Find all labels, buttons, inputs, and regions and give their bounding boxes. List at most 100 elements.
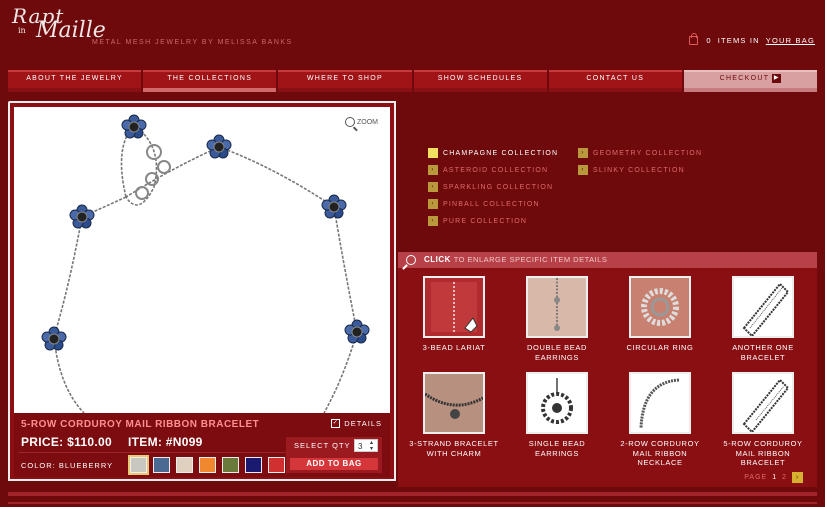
zoom-icon xyxy=(345,117,355,127)
nav-contact-us[interactable]: CONTACT US xyxy=(548,70,683,92)
details-toggle[interactable]: ✓ DETAILS xyxy=(331,419,382,428)
product-info: 5-ROW CORDUROY MAIL RIBBON BRACELET ✓ DE… xyxy=(14,413,390,477)
collection-arrow-icon: › xyxy=(578,165,588,175)
collection-arrow-icon: › xyxy=(428,165,438,175)
collection-label: CHAMPAGNE COLLECTION xyxy=(443,149,559,157)
collection-arrow-icon: › xyxy=(428,216,438,226)
swatch-2[interactable] xyxy=(153,457,170,473)
collections-menu: CHAMPAGNE COLLECTION › ASTEROID COLLECTIO… xyxy=(428,148,808,234)
checkout-label: CHECKOUT xyxy=(719,75,770,82)
item-gallery: CLICK TO ENLARGE SPECIFIC ITEM DETAILS 3… xyxy=(398,252,817,487)
page-1-link[interactable]: 1 xyxy=(772,474,777,481)
item-thumbnail xyxy=(423,276,485,338)
item-caption: 2-ROW CORDUROY MAIL RIBBON NECKLACE xyxy=(620,439,700,467)
color-swatches xyxy=(128,455,285,475)
zoom-label: ZOOM xyxy=(357,118,378,126)
gallery-pager: PAGE 1 2 › xyxy=(744,472,803,483)
collection-arrow-icon: › xyxy=(578,148,588,158)
site-tagline: METAL MESH JEWELRY BY MELISSA BANKS xyxy=(92,39,293,46)
main-nav: ABOUT THE JEWELRY THE COLLECTIONS WHERE … xyxy=(8,70,818,92)
collection-champagne[interactable]: CHAMPAGNE COLLECTION xyxy=(428,148,558,158)
gallery-item[interactable]: SINGLE BEAD EARRINGS xyxy=(511,372,603,458)
bag-items-text: ITEMS IN xyxy=(717,36,760,45)
collection-label: PINBALL COLLECTION xyxy=(443,200,540,208)
qty-label: SELECT QTY xyxy=(294,441,351,450)
product-price: PRICE: $110.00 xyxy=(21,435,112,449)
collection-sparkling[interactable]: › SPARKLING COLLECTION xyxy=(428,182,553,192)
shopping-bag-icon[interactable] xyxy=(689,33,699,45)
nav-where-to-shop[interactable]: WHERE TO SHOP xyxy=(278,70,412,92)
nav-about-the-jewelry[interactable]: ABOUT THE JEWELRY xyxy=(8,70,142,92)
collection-label: ASTEROID COLLECTION xyxy=(443,166,549,174)
product-panel: ZOOM 5-ROW CORDUROY MAIL RIBBON BRACELET… xyxy=(8,101,396,481)
collection-arrow-icon: › xyxy=(428,199,438,209)
item-thumbnail xyxy=(526,276,588,338)
collection-label: PURE COLLECTION xyxy=(443,217,528,225)
product-item-number: ITEM: #N099 xyxy=(128,435,203,449)
item-caption: 5-ROW CORDUROY MAIL RIBBON BRACELET xyxy=(723,439,803,467)
gallery-item[interactable]: ANOTHER ONE BRACELET xyxy=(717,276,809,362)
collection-asteroid[interactable]: › ASTEROID COLLECTION xyxy=(428,165,548,175)
swatch-7[interactable] xyxy=(268,457,285,473)
quantity-select[interactable]: 3 xyxy=(354,439,378,452)
bracelet-image xyxy=(41,114,370,413)
gallery-click-label: CLICK xyxy=(424,255,451,264)
footer-divider xyxy=(8,492,817,496)
product-name: 5-ROW CORDUROY MAIL RIBBON BRACELET xyxy=(21,419,260,430)
item-caption: 3-STRAND BRACELET WITH CHARM xyxy=(409,439,499,458)
nav-show-schedules[interactable]: SHOW SCHEDULES xyxy=(413,70,547,92)
shopping-bag-status: 0 ITEMS IN YOUR BAG xyxy=(689,33,815,45)
item-caption: SINGLE BEAD EARRINGS xyxy=(528,439,586,458)
your-bag-link[interactable]: YOUR BAG xyxy=(766,36,815,45)
nav-checkout[interactable]: CHECKOUT ▶ xyxy=(683,70,818,92)
gallery-item[interactable]: 3-STRAND BRACELET WITH CHARM xyxy=(408,372,500,458)
details-check-icon: ✓ xyxy=(331,419,341,428)
collection-bullet-icon xyxy=(428,148,438,158)
item-thumbnail xyxy=(526,372,588,434)
zoom-control[interactable]: ZOOM xyxy=(345,117,378,127)
gallery-item[interactable]: 3-BEAD LARIAT xyxy=(408,276,500,353)
collection-pure[interactable]: › PURE COLLECTION xyxy=(428,216,527,226)
swatch-1[interactable] xyxy=(128,455,149,475)
item-thumbnail xyxy=(732,276,794,338)
magnifier-icon xyxy=(406,255,416,265)
bag-item-count: 0 xyxy=(706,36,712,45)
collection-label: SPARKLING COLLECTION xyxy=(443,183,554,191)
gallery-item[interactable]: CIRCULAR RING xyxy=(614,276,706,353)
item-thumbnail xyxy=(629,276,691,338)
swatch-5[interactable] xyxy=(222,457,239,473)
collection-arrow-icon: › xyxy=(428,182,438,192)
info-divider xyxy=(18,452,294,453)
color-label: COLOR: BLUEBERRY xyxy=(21,461,114,470)
item-thumbnail xyxy=(423,372,485,434)
collection-slinky[interactable]: › SLINKY COLLECTION xyxy=(578,165,685,175)
pager-label: PAGE xyxy=(744,474,768,481)
collection-label: SLINKY COLLECTION xyxy=(593,166,685,174)
gallery-item[interactable]: 2-ROW CORDUROY MAIL RIBBON NECKLACE xyxy=(614,372,706,468)
logo-word-in: in xyxy=(18,26,26,35)
footer-divider-thin xyxy=(8,502,817,504)
quantity-box: SELECT QTY 3 ADD TO BAG xyxy=(286,437,382,473)
page-2-link[interactable]: 2 xyxy=(782,474,787,481)
checkout-arrow-icon: ▶ xyxy=(772,73,782,83)
item-thumbnail xyxy=(629,372,691,434)
item-caption: 3-BEAD LARIAT xyxy=(422,343,486,352)
swatch-4[interactable] xyxy=(199,457,216,473)
next-page-arrow-icon[interactable]: › xyxy=(792,472,803,483)
add-to-bag-button[interactable]: ADD TO BAG xyxy=(290,458,378,470)
gallery-item[interactable]: DOUBLE BEAD EARRINGS xyxy=(511,276,603,362)
item-thumbnail xyxy=(732,372,794,434)
item-caption: ANOTHER ONE BRACELET xyxy=(732,343,794,362)
details-label: DETAILS xyxy=(344,419,382,428)
gallery-item[interactable]: 5-ROW CORDUROY MAIL RIBBON BRACELET xyxy=(717,372,809,468)
gallery-header: CLICK TO ENLARGE SPECIFIC ITEM DETAILS xyxy=(398,252,817,268)
swatch-6[interactable] xyxy=(245,457,262,473)
collection-pinball[interactable]: › PINBALL COLLECTION xyxy=(428,199,540,209)
collection-geometry[interactable]: › GEOMETRY COLLECTION xyxy=(578,148,702,158)
item-caption: CIRCULAR RING xyxy=(626,343,694,352)
swatch-3[interactable] xyxy=(176,457,193,473)
collection-label: GEOMETRY COLLECTION xyxy=(593,149,703,157)
product-photo[interactable]: ZOOM xyxy=(14,107,390,413)
item-caption: DOUBLE BEAD EARRINGS xyxy=(527,343,587,362)
nav-the-collections[interactable]: THE COLLECTIONS xyxy=(143,70,277,92)
